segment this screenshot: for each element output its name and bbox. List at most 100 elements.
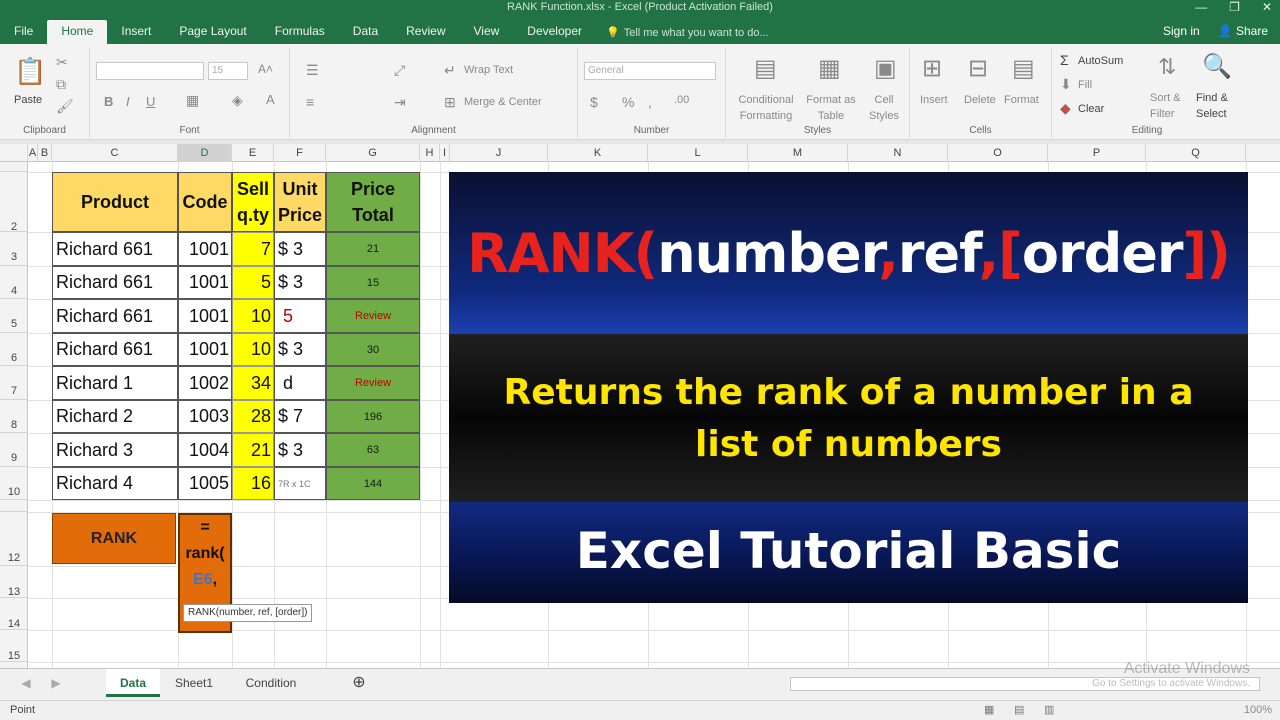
merge-icon[interactable]: ⊞ [444,94,456,111]
select-all-corner[interactable] [0,144,28,162]
paste-label[interactable]: Paste [14,94,42,106]
header-price-total[interactable]: Price Total [326,172,420,232]
table-cell-total[interactable]: Review [326,366,420,400]
header-unit-price[interactable]: Unit Price [274,172,326,232]
row-header-12[interactable]: 12 [0,512,28,566]
decimal-icon[interactable]: .00 [674,94,689,106]
normal-view-icon[interactable]: ▦ [984,703,994,716]
tab-developer[interactable]: Developer [513,20,596,44]
add-sheet-icon[interactable]: ⊕ [348,669,370,697]
table-cell-total[interactable]: Review [326,299,420,333]
clear-label[interactable]: Clear [1078,103,1104,115]
prev-sheet-icon[interactable]: ◀ [18,669,34,697]
tab-insert[interactable]: Insert [107,20,165,44]
table-cell-total[interactable]: 15 [326,266,420,299]
format-as-table-label[interactable]: Format as Table [802,92,860,124]
col-header-d[interactable]: D [178,144,232,162]
indent-icon[interactable]: ⇥ [394,94,406,111]
tab-review[interactable]: Review [392,20,459,44]
tab-file[interactable]: File [0,20,47,44]
sheet-tab-data[interactable]: Data [106,669,160,697]
font-size-box[interactable]: 15 [208,62,248,80]
table-cell-price[interactable]: $ 3 [274,266,326,299]
row-header-2[interactable]: 2 [0,172,28,233]
row-header-3[interactable]: 3 [0,232,28,266]
col-header-f[interactable]: F [274,144,326,162]
currency-icon[interactable]: $ [590,94,598,110]
col-header-h[interactable]: H [420,144,440,162]
table-cell-total[interactable]: 21 [326,232,420,266]
align-left-icon[interactable]: ≡ [306,94,314,110]
conditional-formatting-label[interactable]: Conditional Formatting [732,92,800,124]
italic-icon[interactable]: I [126,94,130,109]
col-header-m[interactable]: M [748,144,848,162]
format-cells-icon[interactable]: ▤ [1012,54,1035,83]
table-cell-code[interactable]: 1001 [178,333,232,366]
autosum-icon[interactable]: Σ [1060,52,1069,68]
tell-me-box[interactable]: 💡 Tell me what you want to do... [606,22,769,44]
row-header-13[interactable]: 13 [0,566,28,598]
col-header-n[interactable]: N [848,144,948,162]
col-header-o[interactable]: O [948,144,1048,162]
sort-filter-icon[interactable]: ⇅ [1158,54,1176,80]
row-header-5[interactable]: 5 [0,299,28,333]
merge-center-label[interactable]: Merge & Center [464,96,542,108]
sheet-tab-condition[interactable]: Condition [228,669,314,697]
page-layout-icon[interactable]: ▤ [1014,703,1024,716]
col-header-j[interactable]: J [450,144,548,162]
tab-home[interactable]: Home [47,20,108,44]
delete-label[interactable]: Delete [964,94,996,106]
number-format-box[interactable]: General [584,62,716,80]
cut-icon[interactable]: ✂ [56,54,68,71]
orientation-icon[interactable]: ⤢ [394,62,405,79]
cell-styles-label[interactable]: Cell Styles [864,92,904,124]
table-cell-total[interactable]: 144 [326,467,420,500]
insert-cells-icon[interactable]: ⊞ [922,54,942,83]
bold-icon[interactable]: B [104,94,113,109]
table-cell-code[interactable]: 1001 [178,232,232,266]
minimize-icon[interactable]: — [1195,0,1207,14]
function-tooltip[interactable]: RANK(number, ref, [order]) [183,604,313,622]
col-header-g[interactable]: G [326,144,420,162]
comma-icon[interactable]: , [648,94,652,110]
conditional-formatting-icon[interactable]: ▤ [754,54,777,83]
row-header-4[interactable]: 4 [0,266,28,299]
col-header-q[interactable]: Q [1146,144,1246,162]
col-header-a[interactable]: A [28,144,38,162]
col-header-c[interactable]: C [52,144,178,162]
format-as-table-icon[interactable]: ▦ [818,54,841,83]
delete-cells-icon[interactable]: ⊟ [968,54,988,83]
table-cell-code[interactable]: 1003 [178,400,232,433]
table-cell-qty[interactable]: 10 [232,333,274,366]
table-cell-code[interactable]: 1001 [178,299,232,333]
table-cell-price[interactable]: $ 3 [274,232,326,266]
find-select-label[interactable]: Find & Select [1196,90,1240,122]
restore-icon[interactable]: ❐ [1229,0,1240,14]
tab-view[interactable]: View [460,20,514,44]
find-icon[interactable]: 🔍 [1202,52,1232,81]
insert-label[interactable]: Insert [920,94,948,106]
row-header-7[interactable]: 7 [0,366,28,400]
table-cell-total[interactable]: 196 [326,400,420,433]
row-header-6[interactable]: 6 [0,333,28,366]
align-top-icon[interactable]: ☰ [306,62,319,79]
table-cell-code[interactable]: 1004 [178,433,232,467]
grow-font-icon[interactable]: A˄ [258,62,273,76]
clear-icon[interactable]: ◆ [1060,100,1071,117]
header-sell-qty[interactable]: Sell q.ty [232,172,274,232]
table-cell-total[interactable]: 63 [326,433,420,467]
page-break-icon[interactable]: ▥ [1044,703,1054,716]
table-cell-product[interactable]: Richard 661 [52,333,178,366]
font-name-box[interactable] [96,62,204,80]
table-cell-qty[interactable]: 28 [232,400,274,433]
row-header-10[interactable]: 10 [0,467,28,500]
fill-icon[interactable]: ⬇ [1060,76,1072,93]
cell-styles-icon[interactable]: ▣ [874,54,897,83]
percent-icon[interactable]: % [622,94,634,110]
table-cell-price[interactable]: d [274,366,326,400]
row-header-9[interactable]: 9 [0,433,28,467]
col-header-k[interactable]: K [548,144,648,162]
copy-icon[interactable]: ⧉ [56,76,66,93]
format-label[interactable]: Format [1004,94,1039,106]
fill-color-icon[interactable]: ◈ [232,92,243,109]
